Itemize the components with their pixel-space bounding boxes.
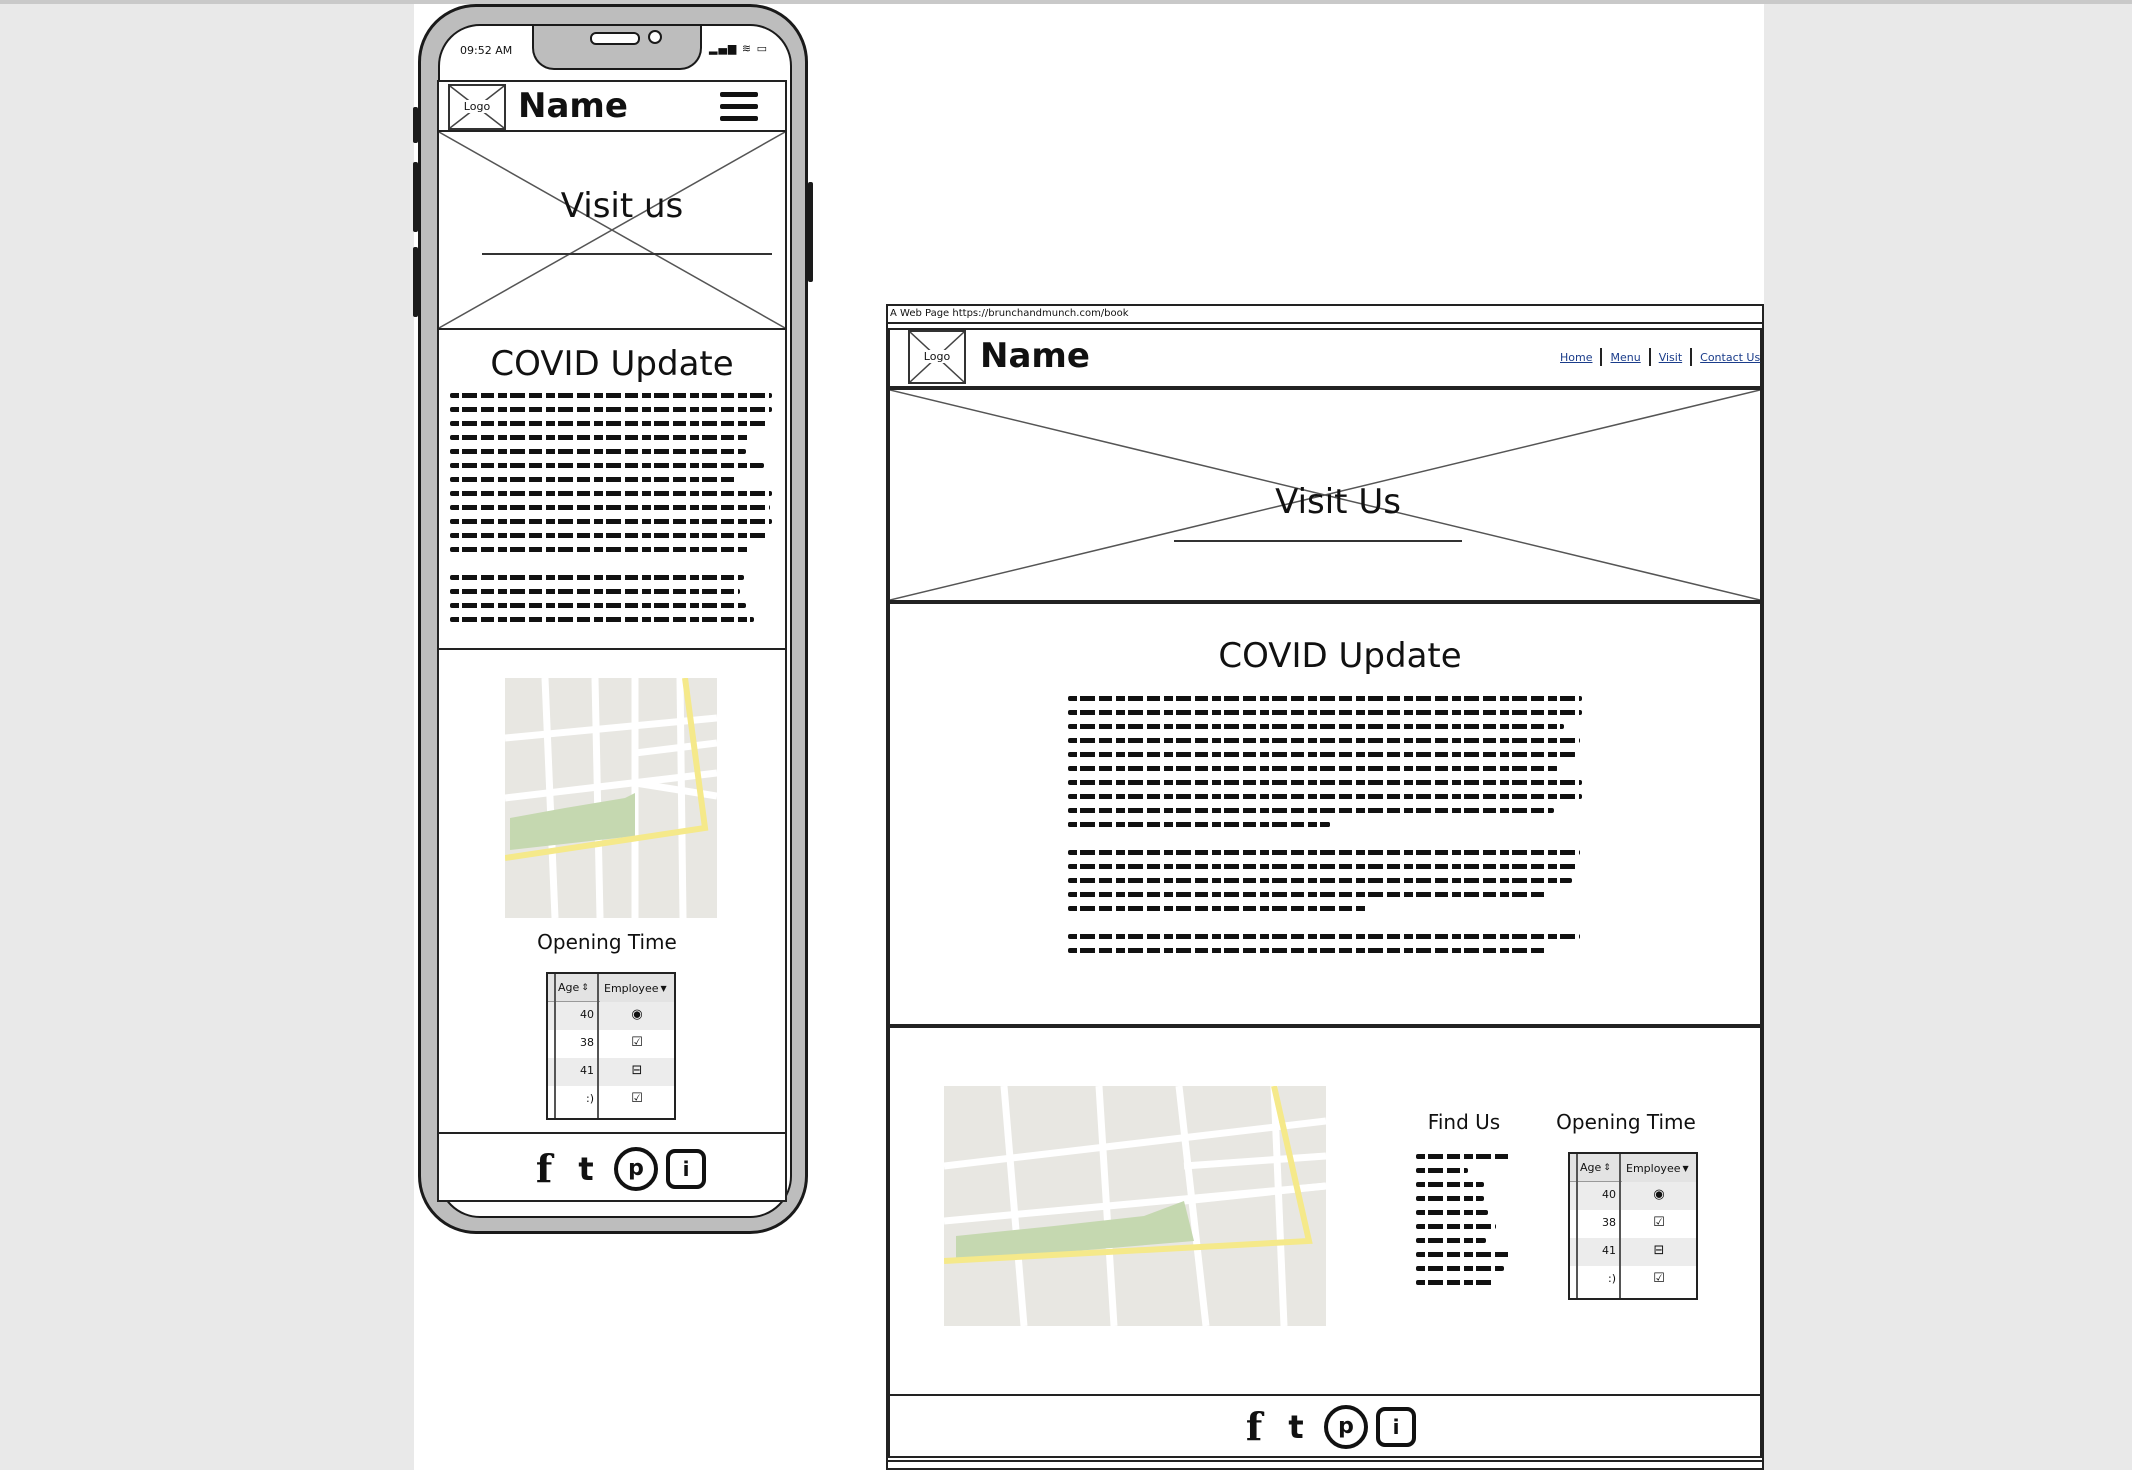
mobile-opening-table[interactable]: Age ⇕ Employee ▼ 40 ◉ 38 ☑ 41 ⊟ :) ☑ — [546, 972, 676, 1120]
phone-volume-down-button — [413, 247, 418, 317]
signal-icon: ▂▄▆ — [708, 42, 738, 55]
desktop-opening-table[interactable]: Age ⇕ Employee ▼ 40 ◉ 38 ☑ 41 ⊟ :) ☑ — [1568, 1152, 1698, 1300]
sort-icon: ⇕ — [1603, 1162, 1611, 1173]
desktop-hero-title: Visit Us — [1275, 482, 1401, 522]
camera-icon — [648, 30, 662, 44]
radio-icon[interactable]: ◉ — [1622, 1187, 1696, 1202]
phone-power-button — [808, 182, 813, 282]
mobile-logo[interactable]: Logo — [448, 84, 506, 130]
speaker-icon — [590, 32, 640, 45]
table-divider — [1619, 1154, 1621, 1298]
dropdown-icon: ▼ — [660, 983, 667, 993]
find-us-title: Find Us — [1427, 1110, 1501, 1134]
table-row[interactable]: 38 ☑ — [548, 1030, 674, 1058]
radio-icon[interactable]: ◉ — [600, 1007, 674, 1022]
status-time: 09:52 AM — [460, 44, 513, 57]
logo-label: Logo — [450, 100, 504, 113]
phone-volume-up-button — [413, 162, 418, 232]
phone-mute-button — [413, 107, 418, 143]
table-row[interactable]: :) ☑ — [548, 1086, 674, 1114]
checkbox-icon[interactable]: ☑ — [1622, 1215, 1696, 1230]
table-divider — [554, 974, 556, 1118]
indeterminate-checkbox-icon[interactable]: ⊟ — [1622, 1243, 1696, 1258]
hero-title-underline — [1174, 540, 1462, 542]
desktop-map[interactable] — [944, 1086, 1326, 1326]
instagram-icon[interactable]: i — [1376, 1406, 1416, 1447]
desktop-brand-name: Name — [980, 336, 1090, 376]
map-image — [505, 678, 717, 918]
desktop-covid-title: COVID Update — [1218, 636, 1462, 676]
pinterest-icon[interactable]: p — [614, 1146, 658, 1191]
checkbox-icon[interactable]: ☑ — [600, 1091, 674, 1106]
table-row[interactable]: 38 ☑ — [1570, 1210, 1696, 1238]
mobile-covid-title: COVID Update — [490, 344, 734, 384]
dropdown-icon: ▼ — [1682, 1163, 1689, 1173]
address-bar-divider — [886, 322, 1764, 324]
table-row[interactable]: 40 ◉ — [548, 1002, 674, 1030]
indeterminate-checkbox-icon[interactable]: ⊟ — [600, 1063, 674, 1078]
mobile-opening-title: Opening Time — [537, 930, 677, 954]
pinterest-icon[interactable]: p — [1324, 1404, 1368, 1449]
table-row[interactable]: 41 ⊟ — [548, 1058, 674, 1086]
mobile-brand-name: Name — [518, 86, 628, 126]
twitter-icon[interactable]: t — [566, 1150, 606, 1188]
employee-column-header[interactable]: Employee ▼ — [600, 974, 674, 1003]
table-row[interactable]: 40 ◉ — [1570, 1182, 1696, 1210]
address-bar[interactable]: A Web Page https://brunchandmunch.com/bo… — [890, 308, 1129, 319]
map-image — [944, 1086, 1326, 1326]
table-divider — [1576, 1154, 1578, 1298]
instagram-icon[interactable]: i — [666, 1148, 706, 1189]
mobile-social-links: f t p i — [530, 1146, 706, 1191]
desktop-opening-title: Opening Time — [1556, 1110, 1696, 1134]
hero-image-placeholder — [439, 132, 785, 328]
sort-icon: ⇕ — [581, 982, 589, 993]
status-icons: ▂▄▆ ≋ ▭ — [709, 42, 768, 55]
table-row[interactable]: 41 ⊟ — [1570, 1238, 1696, 1266]
browser-bottom-border — [886, 1460, 1764, 1462]
facebook-icon[interactable]: f — [530, 1146, 558, 1191]
hero-title-underline — [482, 253, 772, 255]
desktop-logo[interactable]: Logo — [908, 330, 966, 384]
battery-icon: ▭ — [756, 42, 768, 55]
nav-home[interactable]: Home — [1552, 351, 1600, 364]
facebook-icon[interactable]: f — [1240, 1404, 1268, 1449]
mobile-hero-title: Visit us — [560, 186, 684, 226]
mobile-map[interactable] — [505, 678, 717, 918]
checkbox-icon[interactable]: ☑ — [1622, 1271, 1696, 1286]
table-divider — [597, 974, 599, 1118]
twitter-icon[interactable]: t — [1276, 1408, 1316, 1446]
logo-label: Logo — [910, 350, 964, 363]
nav-menu[interactable]: Menu — [1602, 351, 1648, 364]
desktop-social-links: f t p i — [1240, 1404, 1416, 1449]
table-row[interactable]: :) ☑ — [1570, 1266, 1696, 1294]
phone-notch — [532, 26, 702, 70]
nav-visit[interactable]: Visit — [1651, 351, 1690, 364]
employee-column-header[interactable]: Employee ▼ — [1622, 1154, 1696, 1183]
checkbox-icon[interactable]: ☑ — [600, 1035, 674, 1050]
wifi-icon: ≋ — [741, 42, 753, 55]
nav-contact-us[interactable]: Contact Us — [1692, 351, 1768, 364]
desktop-nav: Home Menu Visit Contact Us — [1552, 348, 1768, 366]
menu-icon[interactable] — [720, 92, 758, 122]
